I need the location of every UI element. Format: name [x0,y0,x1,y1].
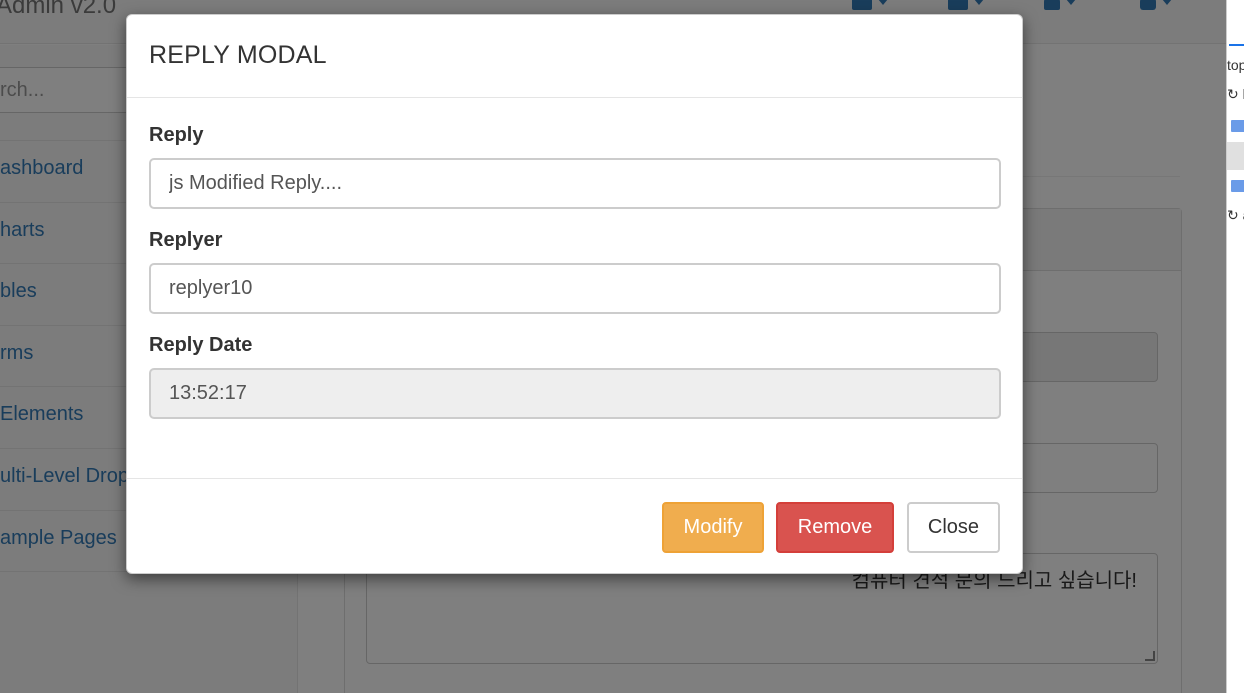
replyer-input[interactable] [149,263,1001,314]
reply-form-group: Reply [149,124,1001,209]
reply-date-label: Reply Date [149,334,253,356]
folder-icon [1231,120,1244,132]
devtools-row[interactable]: top [1227,57,1244,81]
devtools-selected-row[interactable] [1227,142,1244,170]
devtools-active-tab-indicator [1229,44,1244,46]
reply-modal: REPLY MODAL Reply Replyer Reply Date Mod… [126,14,1023,574]
modal-title: REPLY MODAL [149,41,327,69]
replyer-form-group: Replyer [149,229,1001,314]
reply-date-form-group: Reply Date [149,334,1001,419]
close-button[interactable]: Close [907,502,1000,553]
reply-date-input[interactable] [149,368,1001,419]
remove-button[interactable]: Remove [776,502,894,553]
folder-icon [1231,180,1244,192]
modify-button[interactable]: Modify [662,502,764,553]
modal-header: REPLY MODAL [127,15,1022,98]
devtools-row[interactable]: ↻ a [1227,207,1244,231]
reply-input[interactable] [149,158,1001,209]
replyer-label: Replyer [149,229,223,251]
modal-body: Reply Replyer Reply Date [127,98,1022,478]
modal-footer: Modify Remove Close [127,478,1022,574]
reply-label: Reply [149,124,204,146]
devtools-row[interactable]: ↻ l [1227,86,1244,110]
devtools-panel: top ↻ l ↻ a [1226,0,1244,693]
